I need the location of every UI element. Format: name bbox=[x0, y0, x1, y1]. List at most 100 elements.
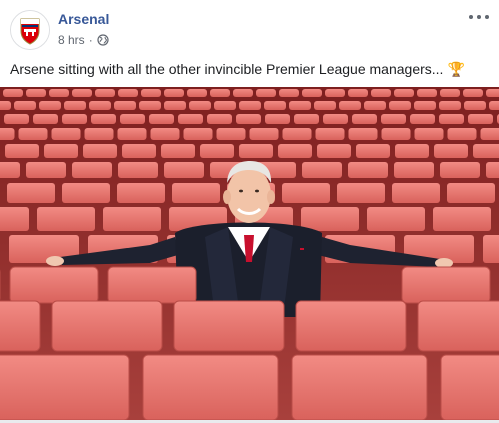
stadium-seat bbox=[161, 144, 195, 158]
trophy-icon: 🏆 bbox=[447, 61, 465, 77]
stadium-seat bbox=[447, 128, 477, 140]
stadium-seat bbox=[473, 144, 499, 158]
stadium-seat bbox=[486, 89, 499, 97]
stadium-seat bbox=[120, 114, 145, 124]
stadium-seat bbox=[141, 89, 161, 97]
stadium-seat bbox=[381, 114, 406, 124]
post-caption: Arsene sitting with all the other invinc… bbox=[10, 60, 490, 78]
stadium-seat bbox=[367, 207, 425, 231]
stadium-seat bbox=[239, 144, 273, 158]
stadium-seat bbox=[356, 144, 390, 158]
stadium-seat bbox=[410, 114, 435, 124]
stadium-seat bbox=[278, 144, 312, 158]
stadium-seat bbox=[323, 114, 348, 124]
stadium-seat bbox=[464, 101, 486, 110]
stadium-seat bbox=[294, 114, 319, 124]
stadium-seat bbox=[256, 89, 276, 97]
stadium-seat bbox=[91, 114, 116, 124]
stadium-seat bbox=[348, 162, 388, 178]
stadium-seat bbox=[295, 300, 407, 352]
post-photo[interactable] bbox=[0, 87, 499, 420]
stadium-seat bbox=[291, 354, 428, 420]
stadium-seat bbox=[394, 89, 414, 97]
meta-separator: · bbox=[88, 33, 93, 47]
stadium-seat bbox=[489, 101, 499, 110]
stadium-seat bbox=[207, 114, 232, 124]
stadium-seat bbox=[0, 300, 41, 352]
stadium-seat bbox=[315, 128, 345, 140]
stadium-seat bbox=[5, 144, 39, 158]
stadium-seat bbox=[447, 183, 495, 203]
stadium-seat bbox=[314, 101, 336, 110]
facebook-post: Arsenal 8 hrs · Arsene sitting with all … bbox=[0, 0, 499, 423]
stadium-seat bbox=[434, 144, 468, 158]
stadium-seat bbox=[26, 162, 66, 178]
post-timestamp[interactable]: 8 hrs bbox=[58, 33, 85, 47]
post-header: Arsenal 8 hrs · bbox=[0, 0, 499, 56]
stadium-seat bbox=[172, 183, 220, 203]
stadium-seat bbox=[0, 128, 15, 140]
stadium-seat bbox=[44, 144, 78, 158]
stadium-seat bbox=[282, 128, 312, 140]
page-avatar[interactable] bbox=[10, 10, 50, 50]
stadium-seat bbox=[233, 89, 253, 97]
arsenal-crest-icon bbox=[11, 11, 49, 49]
stadium-seat bbox=[37, 207, 95, 231]
stadium-seat bbox=[178, 114, 203, 124]
stadium-seat bbox=[164, 162, 204, 178]
stadium-seat bbox=[83, 144, 117, 158]
stadium-seat bbox=[139, 101, 161, 110]
page-name-link[interactable]: Arsenal bbox=[58, 11, 109, 27]
stadium-seat bbox=[348, 89, 368, 97]
stadium-seat bbox=[117, 128, 147, 140]
stadium-seat bbox=[107, 266, 197, 304]
stadium-seat bbox=[439, 114, 464, 124]
stadium-seat bbox=[7, 183, 55, 203]
stadium-seat bbox=[394, 162, 434, 178]
stadium-seat bbox=[417, 300, 499, 352]
stadium-seat bbox=[389, 101, 411, 110]
stadium-seat bbox=[117, 183, 165, 203]
stadium-seat bbox=[51, 300, 163, 352]
stadium-seat bbox=[62, 183, 110, 203]
stadium-seat bbox=[142, 354, 279, 420]
stadium-seat bbox=[302, 89, 322, 97]
stadium-seat bbox=[352, 114, 377, 124]
stadium-seat bbox=[149, 114, 174, 124]
stadium-seat bbox=[39, 101, 61, 110]
stadium-seat bbox=[480, 128, 499, 140]
stadium-seat bbox=[95, 89, 115, 97]
stadium-seat bbox=[3, 89, 23, 97]
stadium-seat bbox=[317, 144, 351, 158]
stadium-seat bbox=[26, 89, 46, 97]
stadium-seat bbox=[114, 101, 136, 110]
more-options-icon[interactable] bbox=[469, 10, 489, 24]
stadium-seat bbox=[301, 207, 359, 231]
stadium-seat bbox=[150, 128, 180, 140]
stadium-photo bbox=[0, 87, 499, 420]
stadium-seat bbox=[486, 162, 499, 178]
stadium-seat bbox=[0, 354, 130, 420]
stadium-seat bbox=[122, 144, 156, 158]
stadium-seat bbox=[433, 207, 491, 231]
stadium-seat bbox=[164, 101, 186, 110]
stadium-seat bbox=[51, 128, 81, 140]
stadium-seat bbox=[33, 114, 58, 124]
stadium-seat bbox=[84, 128, 114, 140]
stadium-seat bbox=[0, 162, 20, 178]
stadium-seat bbox=[392, 183, 440, 203]
stadium-seat bbox=[187, 89, 207, 97]
globe-icon[interactable] bbox=[97, 34, 109, 46]
stadium-seat bbox=[239, 101, 261, 110]
stadium-seat bbox=[282, 183, 330, 203]
stadium-seat bbox=[118, 89, 138, 97]
stadium-seat bbox=[439, 101, 461, 110]
stadium-seat bbox=[0, 101, 11, 110]
stadium-seat bbox=[381, 128, 411, 140]
stadium-seat bbox=[468, 114, 493, 124]
stadium-seat bbox=[210, 89, 230, 97]
stadium-seat bbox=[364, 101, 386, 110]
stadium-seat bbox=[89, 101, 111, 110]
stadium-seat bbox=[289, 101, 311, 110]
stadium-seat bbox=[118, 162, 158, 178]
